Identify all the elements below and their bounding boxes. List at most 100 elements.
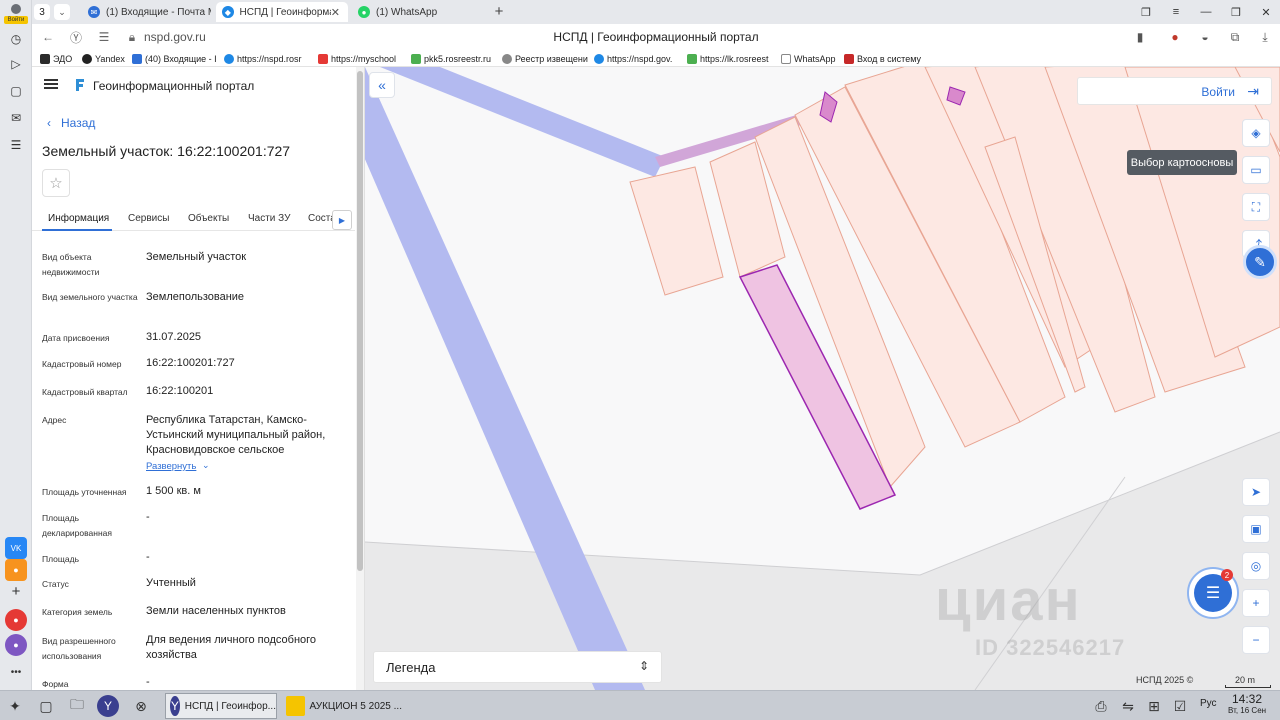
play-icon[interactable]: ▷ [5,53,27,75]
label-address: Адрес [42,415,67,425]
select-area-button[interactable]: ⛶ [1242,193,1270,221]
chevron-right-icon: ▶ [338,215,346,225]
bookmark-pkk5[interactable]: pkk5.rosreestr.ru [411,52,495,65]
back-button[interactable]: ‹ Назад [47,116,95,130]
ok-icon[interactable]: ● [5,559,27,581]
bookmark-icon[interactable]: ▮ [1132,29,1148,45]
bookmark-whatsapp[interactable]: WhatsApp [781,52,839,65]
restore-icon[interactable]: ❒ [1228,4,1244,20]
tab-parts[interactable]: Части ЗУ [248,213,290,224]
mail-bookmark-icon [132,53,142,64]
tab-nspd[interactable]: ◆ НСПД | Геоинформац ✕ [216,2,348,22]
tab-count[interactable]: 3 [34,4,50,20]
clock-time[interactable]: 14:32 [1232,692,1262,706]
watermark: циан [935,568,1082,633]
app-rail: Войти ◷ ▷ ▢ ✉ ☰ VK ● + ● ● ••• [0,0,32,690]
tabs-dropdown-icon[interactable]: ⌄ [54,4,70,20]
bookmark-edo[interactable]: ЭДО [40,52,80,65]
bookmark-myschool[interactable]: https://myschool [318,52,404,65]
hamburger-menu-icon[interactable] [44,79,58,89]
start-icon[interactable]: ✦ [4,695,26,717]
nspd-favicon: ◆ [222,6,234,18]
apps-grid-icon[interactable]: ⊞ [1143,695,1165,717]
bookmarks-panel-icon[interactable]: ❐ [1138,4,1154,20]
tab-whatsapp[interactable]: ● (1) WhatsApp [352,2,482,22]
map-view[interactable]: циан ID 322546217 « Войти ⇥ ◈ Выбор карт… [365,67,1280,690]
whatsapp-favicon: ● [358,6,370,18]
tab-label: (1) Входящие - Почта Ма [106,6,211,18]
value-cadastral-quarter: 16:22:100201 [146,385,214,397]
bookmark-login[interactable]: Вход в систему [844,52,924,65]
navigation-arrow-icon: ➤ [1250,485,1262,499]
ruler-button[interactable]: ▭ [1242,156,1270,184]
task-label: АУКЦИОН 5 2025 ... [309,700,402,712]
share-icon[interactable]: ⧉ [1227,29,1243,45]
menu-icon[interactable]: ≡ [1168,4,1184,20]
close-window-icon[interactable]: ✕ [1258,4,1274,20]
tab-services[interactable]: Сервисы [128,213,169,224]
desktop-icon[interactable]: ▢ [35,695,57,717]
back-nav-icon[interactable]: ← [40,29,56,45]
yandex-icon[interactable]: Ⓨ [68,29,84,45]
vk-icon[interactable]: VK [5,537,27,559]
minimize-icon[interactable]: — [1198,4,1214,20]
bookmark-yandex[interactable]: Yandex [82,52,130,65]
chevron-down-icon[interactable]: ⌄ [202,460,210,471]
bookmark-nspd-gov[interactable]: https://nspd.gov. [594,52,678,65]
minimap-button[interactable]: ▣ [1242,515,1270,543]
download-icon[interactable]: ⤓ [1257,29,1273,45]
collapse-panel-button[interactable]: « [369,72,395,98]
file-manager-icon[interactable]: 🗀︎ [66,695,88,717]
tab-mail[interactable]: ✉ (1) Входящие - Почта Ма [82,2,212,22]
panel-scrollbar[interactable] [356,67,364,690]
language-indicator[interactable]: Рус [1200,698,1217,709]
network-icon[interactable]: ⇋ [1117,695,1139,717]
zoom-out-button[interactable]: − [1242,626,1270,654]
portal-name: Геоинформационный портал [93,79,255,93]
login-icon[interactable]: ⇥ [1247,83,1259,100]
ruler-icon: ▭ [1250,163,1262,177]
extension-icon[interactable]: ● [1167,29,1183,45]
printer-icon[interactable]: ⎙ [1090,695,1112,717]
close-circle-icon[interactable]: ⊗ [130,695,152,717]
scrollbar-thumb[interactable] [357,71,363,571]
new-tab-button[interactable]: + [491,3,507,20]
legend-dropdown[interactable]: Легенда ⇕ [373,651,662,683]
select-area-icon: ⛶ [1251,199,1261,214]
bookmark-lk-rosreestr[interactable]: https://lk.rosreest [687,52,775,65]
add-icon[interactable]: + [5,580,27,602]
zoom-in-button[interactable]: + [1242,589,1270,617]
mail-icon[interactable]: ✉ [5,107,27,129]
reader-icon[interactable]: ☰ [96,29,112,45]
history-icon[interactable]: ◷ [5,28,27,50]
close-tab-icon[interactable]: ✕ [331,6,340,19]
downloads-shelf-icon[interactable]: ◒ [1197,29,1213,45]
security-check-icon[interactable]: ☑ [1169,695,1191,717]
yandex-app-icon[interactable]: ● [5,609,27,631]
task-auction-folder[interactable]: АУКЦИОН 5 2025 ... [282,693,402,719]
profile-avatar[interactable]: Войти [4,2,28,26]
expand-address-link[interactable]: Развернуть [146,461,196,472]
layers-button[interactable]: ◈ [1242,119,1270,147]
favorite-button[interactable]: ☆ [42,169,70,197]
tabs-next-button[interactable]: ▶ [332,210,352,230]
bookmark-inbox[interactable]: (40) Входящие - I [132,52,220,65]
alice-icon[interactable]: ● [5,634,27,656]
tab-objects[interactable]: Объекты [188,213,229,224]
login-button[interactable]: Войти [1201,85,1235,99]
more-icon[interactable]: ••• [5,661,27,683]
legend-label: Легенда [386,660,436,675]
help-button[interactable]: ✎ [1243,245,1277,279]
tab-information[interactable]: Информация [48,213,109,224]
yandex-browser-icon[interactable]: Y [97,695,119,717]
locate-button[interactable]: ➤ [1242,478,1270,506]
task-nspd[interactable]: Y НСПД | Геоинфор... [165,693,277,719]
tabs-icon[interactable]: ▢ [5,80,27,102]
notes-icon[interactable]: ☰ [5,134,27,156]
url-field[interactable]: nspd.gov.ru [144,30,206,44]
geolocation-button[interactable]: ◎ [1242,552,1270,580]
bookmark-reestr[interactable]: Реестр извещени [502,52,590,65]
value-permitted-use: Для ведения личного подсобного хозяйства [146,634,317,661]
parcel-title: Земельный участок: 16:22:100201:727 [42,143,291,159]
bookmark-nspd-rosr[interactable]: https://nspd.rosr [224,52,312,65]
